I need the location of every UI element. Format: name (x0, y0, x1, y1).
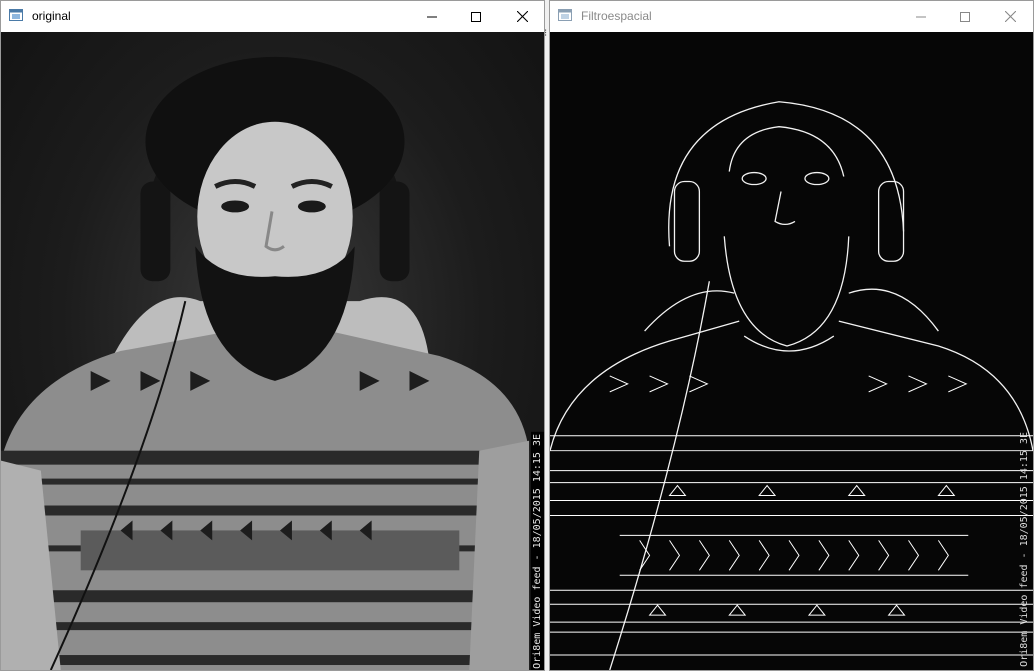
video-frame-original: Ori8em Video feed - 18/05/2015 14:15 3E (1, 32, 544, 670)
edge-filtered-image (550, 101, 1033, 670)
opencv-window-icon (558, 9, 572, 21)
maximize-icon (960, 11, 970, 22)
minimize-button[interactable] (898, 1, 944, 32)
close-button[interactable] (987, 1, 1033, 32)
window-title: original (32, 9, 71, 23)
window-filtroespacial[interactable]: Filtroespacial Ori8em Video feed - 18/05… (549, 0, 1034, 671)
maximize-button[interactable] (942, 1, 988, 32)
video-timestamp-overlay: Ori8em Video feed - 18/05/2015 14:15 3E (1019, 432, 1030, 667)
video-frame-filtered: Ori8em Video feed - 18/05/2015 14:15 3E (550, 32, 1033, 670)
close-icon (516, 11, 528, 22)
webcam-image (1, 56, 530, 670)
window-original[interactable]: original Ori8em Video feed - 18/05/2015 … (0, 0, 545, 671)
opencv-window-icon (9, 9, 23, 21)
minimize-button[interactable] (409, 1, 455, 32)
close-icon (1004, 11, 1016, 22)
close-button[interactable] (499, 1, 544, 32)
window-title: Filtroespacial (581, 9, 652, 23)
maximize-icon (471, 11, 481, 22)
titlebar-filtroespacial[interactable]: Filtroespacial (550, 1, 1033, 32)
titlebar-original[interactable]: original (1, 1, 544, 32)
maximize-button[interactable] (453, 1, 499, 32)
minimize-icon (427, 16, 437, 17)
minimize-icon (916, 16, 926, 17)
video-timestamp-overlay: Ori8em Video feed - 18/05/2015 14:15 3E (531, 432, 544, 670)
